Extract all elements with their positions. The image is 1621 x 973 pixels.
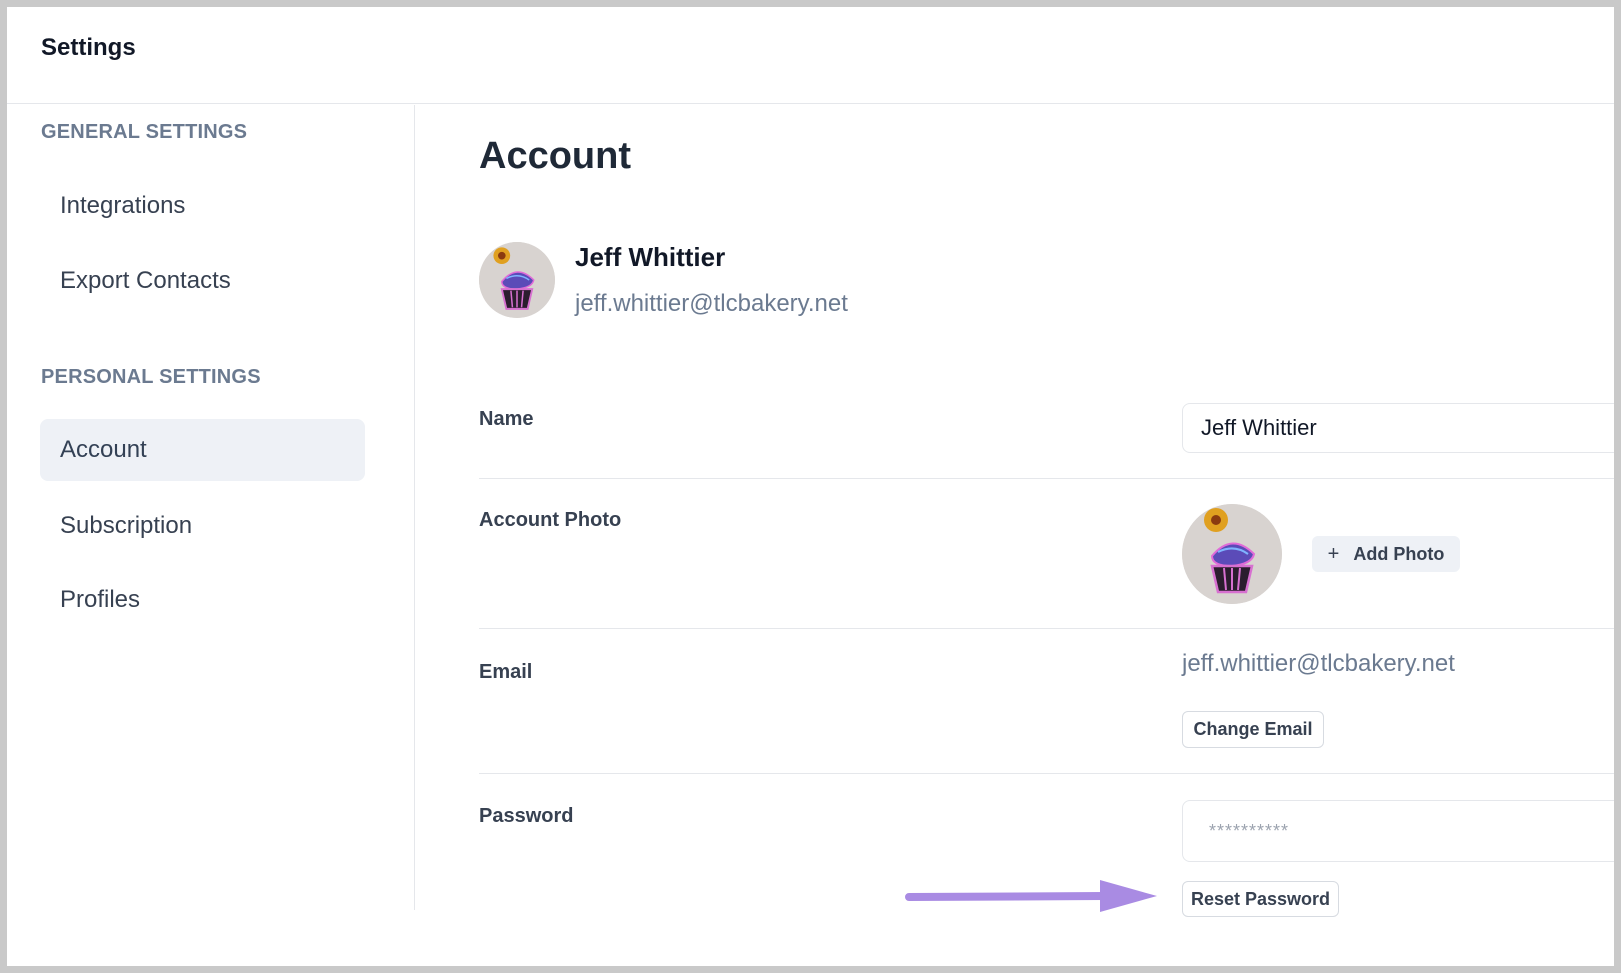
sidebar-item-integrations[interactable]: Integrations xyxy=(40,175,365,237)
page-title: Account xyxy=(479,135,631,177)
sidebar-item-profiles[interactable]: Profiles xyxy=(40,569,365,631)
settings-window: Settings GENERAL SETTINGS Integrations E… xyxy=(7,7,1614,966)
general-settings-heading: GENERAL SETTINGS xyxy=(41,121,248,143)
cupcake-icon xyxy=(479,242,555,318)
password-field[interactable]: ********** xyxy=(1182,800,1614,862)
profile-name: Jeff Whittier xyxy=(575,242,726,272)
title-bar: Settings xyxy=(7,7,1614,104)
profile-email: jeff.whittier@tlcbakery.net xyxy=(575,290,848,317)
name-input[interactable]: Jeff Whittier xyxy=(1182,403,1614,453)
window-title: Settings xyxy=(41,34,136,61)
change-email-button[interactable]: Change Email xyxy=(1182,711,1324,748)
add-photo-label: Add Photo xyxy=(1353,543,1445,564)
divider xyxy=(479,628,1614,629)
divider xyxy=(479,478,1614,479)
profile-avatar xyxy=(479,242,555,318)
add-photo-button[interactable]: + Add Photo xyxy=(1312,536,1460,572)
password-label: Password xyxy=(479,805,574,827)
email-label: Email xyxy=(479,661,533,683)
email-value: jeff.whittier@tlcbakery.net xyxy=(1182,650,1455,677)
cupcake-icon xyxy=(1182,504,1282,604)
account-photo xyxy=(1182,504,1282,604)
sidebar-item-subscription[interactable]: Subscription xyxy=(40,495,365,557)
name-label: Name xyxy=(479,408,534,430)
sidebar: GENERAL SETTINGS Integrations Export Con… xyxy=(7,105,415,910)
reset-password-button[interactable]: Reset Password xyxy=(1182,881,1339,917)
arrow-right-icon xyxy=(905,880,1157,912)
plus-icon: + xyxy=(1327,542,1340,565)
sidebar-item-export-contacts[interactable]: Export Contacts xyxy=(40,250,365,312)
personal-settings-heading: PERSONAL SETTINGS xyxy=(41,366,261,388)
divider xyxy=(479,773,1614,774)
account-photo-label: Account Photo xyxy=(479,509,622,531)
account-panel: Account Jeff Whittier jeff.whittier@tlcb… xyxy=(416,105,1614,966)
sidebar-item-account[interactable]: Account xyxy=(40,419,365,481)
